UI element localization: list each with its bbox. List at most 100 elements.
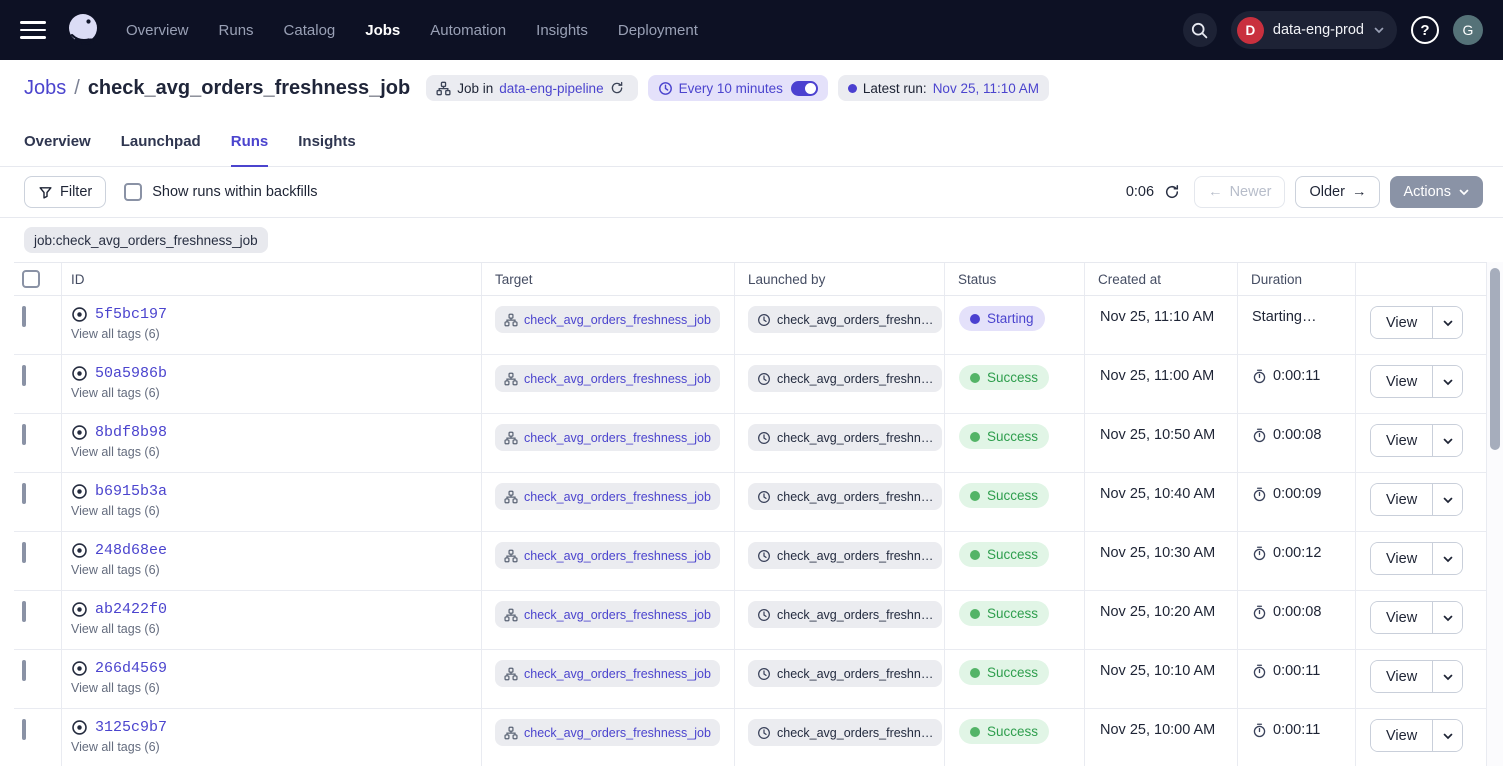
hamburger-menu-icon[interactable] <box>20 21 46 39</box>
tab-runs[interactable]: Runs <box>231 116 269 166</box>
filter-button[interactable]: Filter <box>24 176 106 208</box>
row-checkbox[interactable] <box>22 483 26 504</box>
search-button[interactable] <box>1183 13 1217 47</box>
breadcrumb-separator: / <box>74 77 80 100</box>
view-dropdown-button[interactable] <box>1432 307 1462 338</box>
target-chip[interactable]: check_avg_orders_freshness_job <box>495 660 720 687</box>
run-id-link[interactable]: 8bdf8b98 <box>95 424 167 441</box>
schedule-toggle[interactable] <box>791 81 818 96</box>
target-chip[interactable]: check_avg_orders_freshness_job <box>495 424 720 451</box>
view-all-tags-link[interactable]: View all tags (6) <box>71 681 481 695</box>
run-id-link[interactable]: 3125c9b7 <box>95 719 167 736</box>
user-avatar[interactable]: G <box>1453 15 1483 45</box>
tab-insights[interactable]: Insights <box>298 116 356 166</box>
target-chip[interactable]: check_avg_orders_freshness_job <box>495 601 720 628</box>
target-link[interactable]: check_avg_orders_freshness_job <box>524 549 711 563</box>
target-link[interactable]: check_avg_orders_freshness_job <box>524 490 711 504</box>
tab-overview[interactable]: Overview <box>24 116 91 166</box>
target-chip[interactable]: check_avg_orders_freshness_job <box>495 719 720 746</box>
view-all-tags-link[interactable]: View all tags (6) <box>71 563 481 577</box>
target-chip[interactable]: check_avg_orders_freshness_job <box>495 365 720 392</box>
view-all-tags-link[interactable]: View all tags (6) <box>71 386 481 400</box>
view-button[interactable]: View <box>1371 661 1432 692</box>
top-nav: Overview Runs Catalog Jobs Automation In… <box>0 0 1503 60</box>
view-all-tags-link[interactable]: View all tags (6) <box>71 622 481 636</box>
job-filter-tag[interactable]: job:check_avg_orders_freshness_job <box>24 227 268 253</box>
view-dropdown-button[interactable] <box>1432 425 1462 456</box>
target-link[interactable]: check_avg_orders_freshness_job <box>524 431 711 445</box>
target-link[interactable]: check_avg_orders_freshness_job <box>524 667 711 681</box>
stopwatch-icon <box>1252 604 1267 620</box>
target-chip[interactable]: check_avg_orders_freshness_job <box>495 542 720 569</box>
launched-by-chip[interactable]: check_avg_orders_freshn… <box>748 365 942 392</box>
view-button[interactable]: View <box>1371 484 1432 515</box>
view-dropdown-button[interactable] <box>1432 484 1462 515</box>
reload-location-icon[interactable] <box>610 81 624 95</box>
view-button[interactable]: View <box>1371 543 1432 574</box>
run-id-link[interactable]: 50a5986b <box>95 365 167 382</box>
nav-item-overview[interactable]: Overview <box>126 22 189 39</box>
launched-by-chip[interactable]: check_avg_orders_freshn… <box>748 306 942 333</box>
view-dropdown-button[interactable] <box>1432 602 1462 633</box>
nav-item-jobs[interactable]: Jobs <box>365 22 400 39</box>
workspace-switcher[interactable]: D data-eng-prod <box>1231 11 1397 49</box>
run-id-link[interactable]: ab2422f0 <box>95 601 167 618</box>
target-link[interactable]: check_avg_orders_freshness_job <box>524 726 711 740</box>
run-target-icon <box>71 483 88 500</box>
latest-run-link[interactable]: Nov 25, 11:10 AM <box>933 81 1039 96</box>
row-checkbox[interactable] <box>22 660 26 681</box>
view-button[interactable]: View <box>1371 602 1432 633</box>
row-checkbox[interactable] <box>22 601 26 622</box>
show-backfills-checkbox[interactable] <box>124 183 142 201</box>
row-checkbox[interactable] <box>22 306 26 327</box>
scrollbar-thumb[interactable] <box>1490 268 1500 450</box>
nav-item-catalog[interactable]: Catalog <box>284 22 336 39</box>
view-dropdown-button[interactable] <box>1432 720 1462 751</box>
launched-by-chip[interactable]: check_avg_orders_freshn… <box>748 660 942 687</box>
view-button[interactable]: View <box>1371 720 1432 751</box>
row-checkbox[interactable] <box>22 719 26 740</box>
nav-item-deployment[interactable]: Deployment <box>618 22 698 39</box>
view-button[interactable]: View <box>1371 425 1432 456</box>
view-dropdown-button[interactable] <box>1432 366 1462 397</box>
view-dropdown-button[interactable] <box>1432 543 1462 574</box>
run-id-link[interactable]: b6915b3a <box>95 483 167 500</box>
help-icon[interactable]: ? <box>1411 16 1439 44</box>
launched-by-chip[interactable]: check_avg_orders_freshn… <box>748 483 942 510</box>
target-link[interactable]: check_avg_orders_freshness_job <box>524 313 711 327</box>
nav-item-automation[interactable]: Automation <box>430 22 506 39</box>
row-checkbox[interactable] <box>22 365 26 386</box>
nav-item-runs[interactable]: Runs <box>219 22 254 39</box>
target-chip[interactable]: check_avg_orders_freshness_job <box>495 306 720 333</box>
target-chip[interactable]: check_avg_orders_freshness_job <box>495 483 720 510</box>
newer-button[interactable]: ← Newer <box>1194 176 1285 208</box>
actions-button[interactable]: Actions <box>1390 176 1483 208</box>
nav-item-insights[interactable]: Insights <box>536 22 588 39</box>
row-checkbox[interactable] <box>22 542 26 563</box>
target-link[interactable]: check_avg_orders_freshness_job <box>524 372 711 386</box>
launched-by-chip[interactable]: check_avg_orders_freshn… <box>748 601 942 628</box>
refresh-icon[interactable] <box>1164 184 1180 200</box>
schedule-label: Every 10 minutes <box>679 81 783 96</box>
target-link[interactable]: check_avg_orders_freshness_job <box>524 608 711 622</box>
select-all-checkbox[interactable] <box>22 270 40 288</box>
older-button[interactable]: Older → <box>1295 176 1380 208</box>
breadcrumb-jobs-link[interactable]: Jobs <box>24 77 66 100</box>
row-checkbox[interactable] <box>22 424 26 445</box>
dagster-logo[interactable] <box>62 9 104 51</box>
view-all-tags-link[interactable]: View all tags (6) <box>71 327 481 341</box>
run-id-link[interactable]: 266d4569 <box>95 660 167 677</box>
view-all-tags-link[interactable]: View all tags (6) <box>71 445 481 459</box>
launched-by-chip[interactable]: check_avg_orders_freshn… <box>748 424 942 451</box>
launched-by-chip[interactable]: check_avg_orders_freshn… <box>748 719 942 746</box>
view-all-tags-link[interactable]: View all tags (6) <box>71 740 481 754</box>
view-button[interactable]: View <box>1371 307 1432 338</box>
run-id-link[interactable]: 5f5bc197 <box>95 306 167 323</box>
tab-launchpad[interactable]: Launchpad <box>121 116 201 166</box>
code-location-link[interactable]: data-eng-pipeline <box>499 81 603 96</box>
run-id-link[interactable]: 248d68ee <box>95 542 167 559</box>
view-dropdown-button[interactable] <box>1432 661 1462 692</box>
launched-by-chip[interactable]: check_avg_orders_freshn… <box>748 542 942 569</box>
view-all-tags-link[interactable]: View all tags (6) <box>71 504 481 518</box>
view-button[interactable]: View <box>1371 366 1432 397</box>
